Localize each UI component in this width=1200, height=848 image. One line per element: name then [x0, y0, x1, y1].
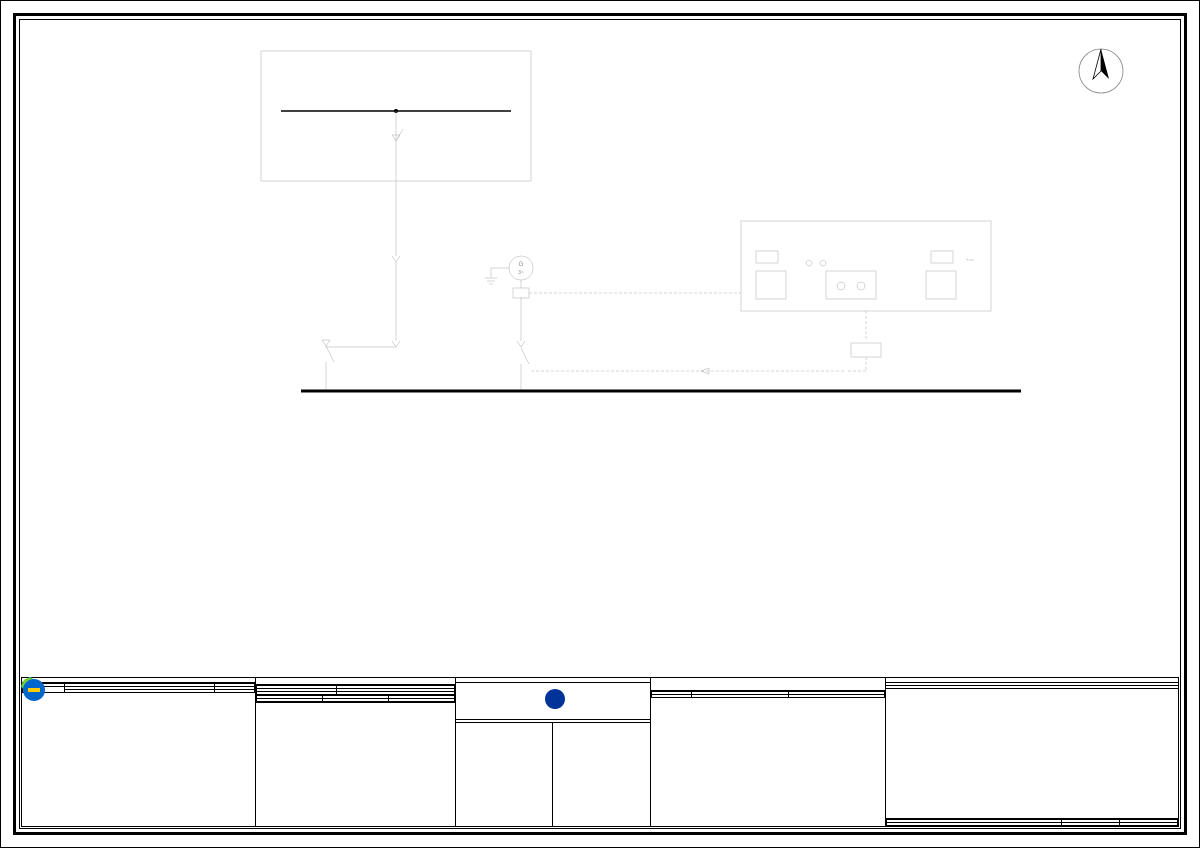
title-block: [21, 677, 1179, 827]
north-arrow: [1079, 49, 1123, 93]
kemen-logo-icon: [21, 677, 47, 703]
akr-icon: [545, 689, 565, 709]
incomer-pln: [322, 340, 334, 391]
dg-block: G 3~: [485, 256, 741, 298]
incomer-dg: [521, 348, 529, 391]
drawing-sheet: G 3~: [0, 0, 1200, 848]
svg-text:3~: 3~: [518, 270, 524, 276]
ats-box: [851, 343, 881, 357]
pln-source-box: [261, 51, 531, 181]
schematic-svg: G 3~: [1, 1, 1200, 681]
svg-text:+○○-: +○○-: [966, 257, 975, 262]
gcp-panel: +○○-: [741, 221, 991, 341]
svg-text:G: G: [519, 262, 524, 268]
